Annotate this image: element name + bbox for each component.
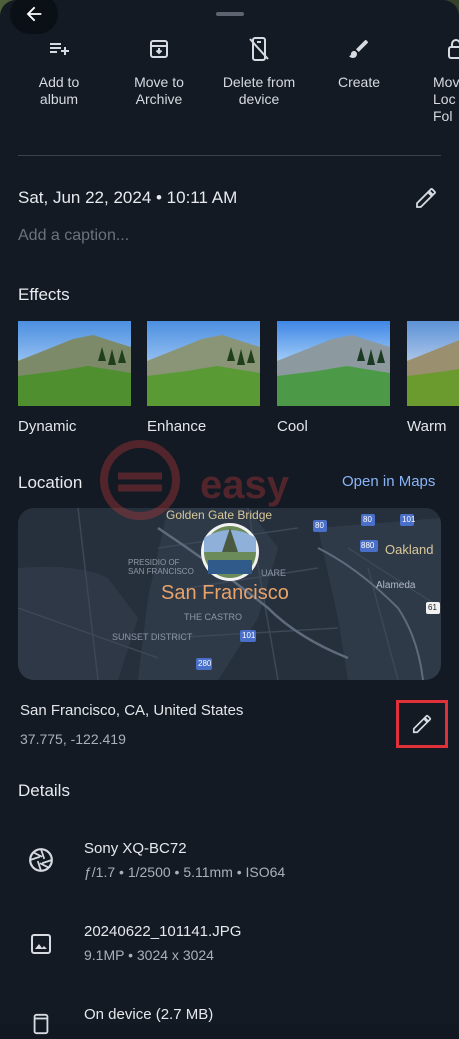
caption-input[interactable]: Add a caption... bbox=[18, 227, 129, 245]
effect-cool[interactable]: Cool bbox=[277, 321, 390, 435]
info-sheet: Add to album Move to Archive Delete from… bbox=[0, 0, 459, 1035]
add-to-album-label: Add to album bbox=[38, 74, 80, 107]
back-button[interactable] bbox=[10, 0, 58, 34]
move-to-archive-button[interactable]: Move to Archive bbox=[104, 34, 214, 108]
camera-model: Sony XQ-BC72 bbox=[84, 840, 187, 857]
image-icon bbox=[26, 929, 56, 959]
effects-title: Effects bbox=[18, 285, 70, 304]
move-to-locked-folder-label: Move Loc Fol bbox=[433, 74, 459, 124]
camera-specs: ƒ/1.7 • 1/2500 • 5.11mm • ISO64 bbox=[84, 864, 286, 880]
map-shield-label: 101 bbox=[402, 515, 416, 524]
storage-info: On device (2.7 MB) bbox=[84, 1006, 214, 1023]
lock-folder-icon bbox=[404, 34, 459, 64]
edit-date-button[interactable] bbox=[414, 186, 442, 212]
arrow-back-icon bbox=[26, 6, 42, 22]
archive-icon bbox=[104, 34, 214, 64]
map-shield-label: 101 bbox=[242, 631, 256, 640]
effect-thumbnail bbox=[147, 321, 260, 406]
create-label: Create bbox=[337, 74, 381, 90]
effect-label: Dynamic bbox=[18, 418, 77, 435]
effect-thumbnail bbox=[277, 321, 390, 406]
effects-carousel[interactable]: Dynamic Enhance Cool Warm bbox=[18, 321, 459, 441]
file-name: 20240622_101141.JPG bbox=[84, 923, 242, 940]
action-bar: Add to album Move to Archive Delete from… bbox=[0, 34, 459, 124]
create-button[interactable]: Create bbox=[304, 34, 414, 91]
effect-label: Cool bbox=[277, 418, 308, 435]
phone-erase-icon bbox=[204, 34, 314, 64]
location-coordinates: 37.775, -122.419 bbox=[20, 731, 126, 747]
effect-dynamic[interactable]: Dynamic bbox=[18, 321, 131, 435]
map-label-city: San Francisco bbox=[161, 582, 289, 604]
playlist-add-icon bbox=[4, 34, 114, 64]
effect-warm[interactable]: Warm bbox=[407, 321, 459, 435]
watermark-text: easy bbox=[200, 463, 290, 507]
map-shield-label: 61 bbox=[428, 603, 437, 612]
pencil-icon bbox=[412, 714, 432, 734]
move-to-archive-label: Move to Archive bbox=[134, 74, 184, 107]
map-label-square: UARE bbox=[261, 568, 287, 578]
map-shield-label: 80 bbox=[315, 521, 324, 530]
details-title: Details bbox=[18, 781, 70, 800]
effect-label: Enhance bbox=[147, 418, 207, 435]
location-name: San Francisco, CA, United States bbox=[20, 702, 244, 719]
phone-storage-icon bbox=[26, 1009, 56, 1039]
location-map[interactable]: Golden Gate Bridge PRESIDIO OF SAN FRANC… bbox=[18, 508, 441, 680]
effect-thumbnail bbox=[18, 321, 131, 406]
effect-thumbnail bbox=[407, 321, 459, 406]
map-label-golden-gate: Golden Gate Bridge bbox=[166, 508, 273, 522]
map-label-castro: THE CASTRO bbox=[184, 612, 243, 622]
location-title: Location bbox=[18, 473, 83, 492]
map-label-alameda: Alameda bbox=[376, 580, 416, 591]
brush-icon bbox=[304, 34, 414, 64]
map-shield-label: 880 bbox=[361, 541, 375, 550]
file-specs: 9.1MP • 3024 x 3024 bbox=[84, 947, 214, 963]
edit-location-button[interactable] bbox=[396, 700, 448, 748]
move-to-locked-folder-button[interactable]: Move Loc Fol bbox=[404, 34, 459, 125]
effect-enhance[interactable]: Enhance bbox=[147, 321, 260, 435]
pencil-icon bbox=[416, 188, 436, 208]
delete-from-device-button[interactable]: Delete from device bbox=[204, 34, 314, 108]
map-label-presidio: PRESIDIO OF SAN FRANCISCO bbox=[128, 558, 194, 576]
delete-from-device-label: Delete from device bbox=[222, 74, 296, 107]
map-label-sunset: SUNSET DISTRICT bbox=[112, 632, 193, 642]
map-shield-label: 80 bbox=[363, 515, 372, 524]
effect-label: Warm bbox=[407, 418, 447, 435]
add-to-album-button[interactable]: Add to album bbox=[4, 34, 114, 108]
drag-handle[interactable] bbox=[216, 12, 244, 16]
map-shield-label: 280 bbox=[198, 659, 212, 668]
camera-aperture-icon bbox=[26, 845, 56, 875]
divider bbox=[18, 155, 441, 156]
photo-date: Sat, Jun 22, 2024 • 10:11 AM bbox=[18, 188, 238, 207]
open-in-maps-link[interactable]: Open in Maps bbox=[342, 473, 435, 490]
location-pin bbox=[201, 523, 259, 581]
map-label-oakland: Oakland bbox=[385, 542, 434, 557]
